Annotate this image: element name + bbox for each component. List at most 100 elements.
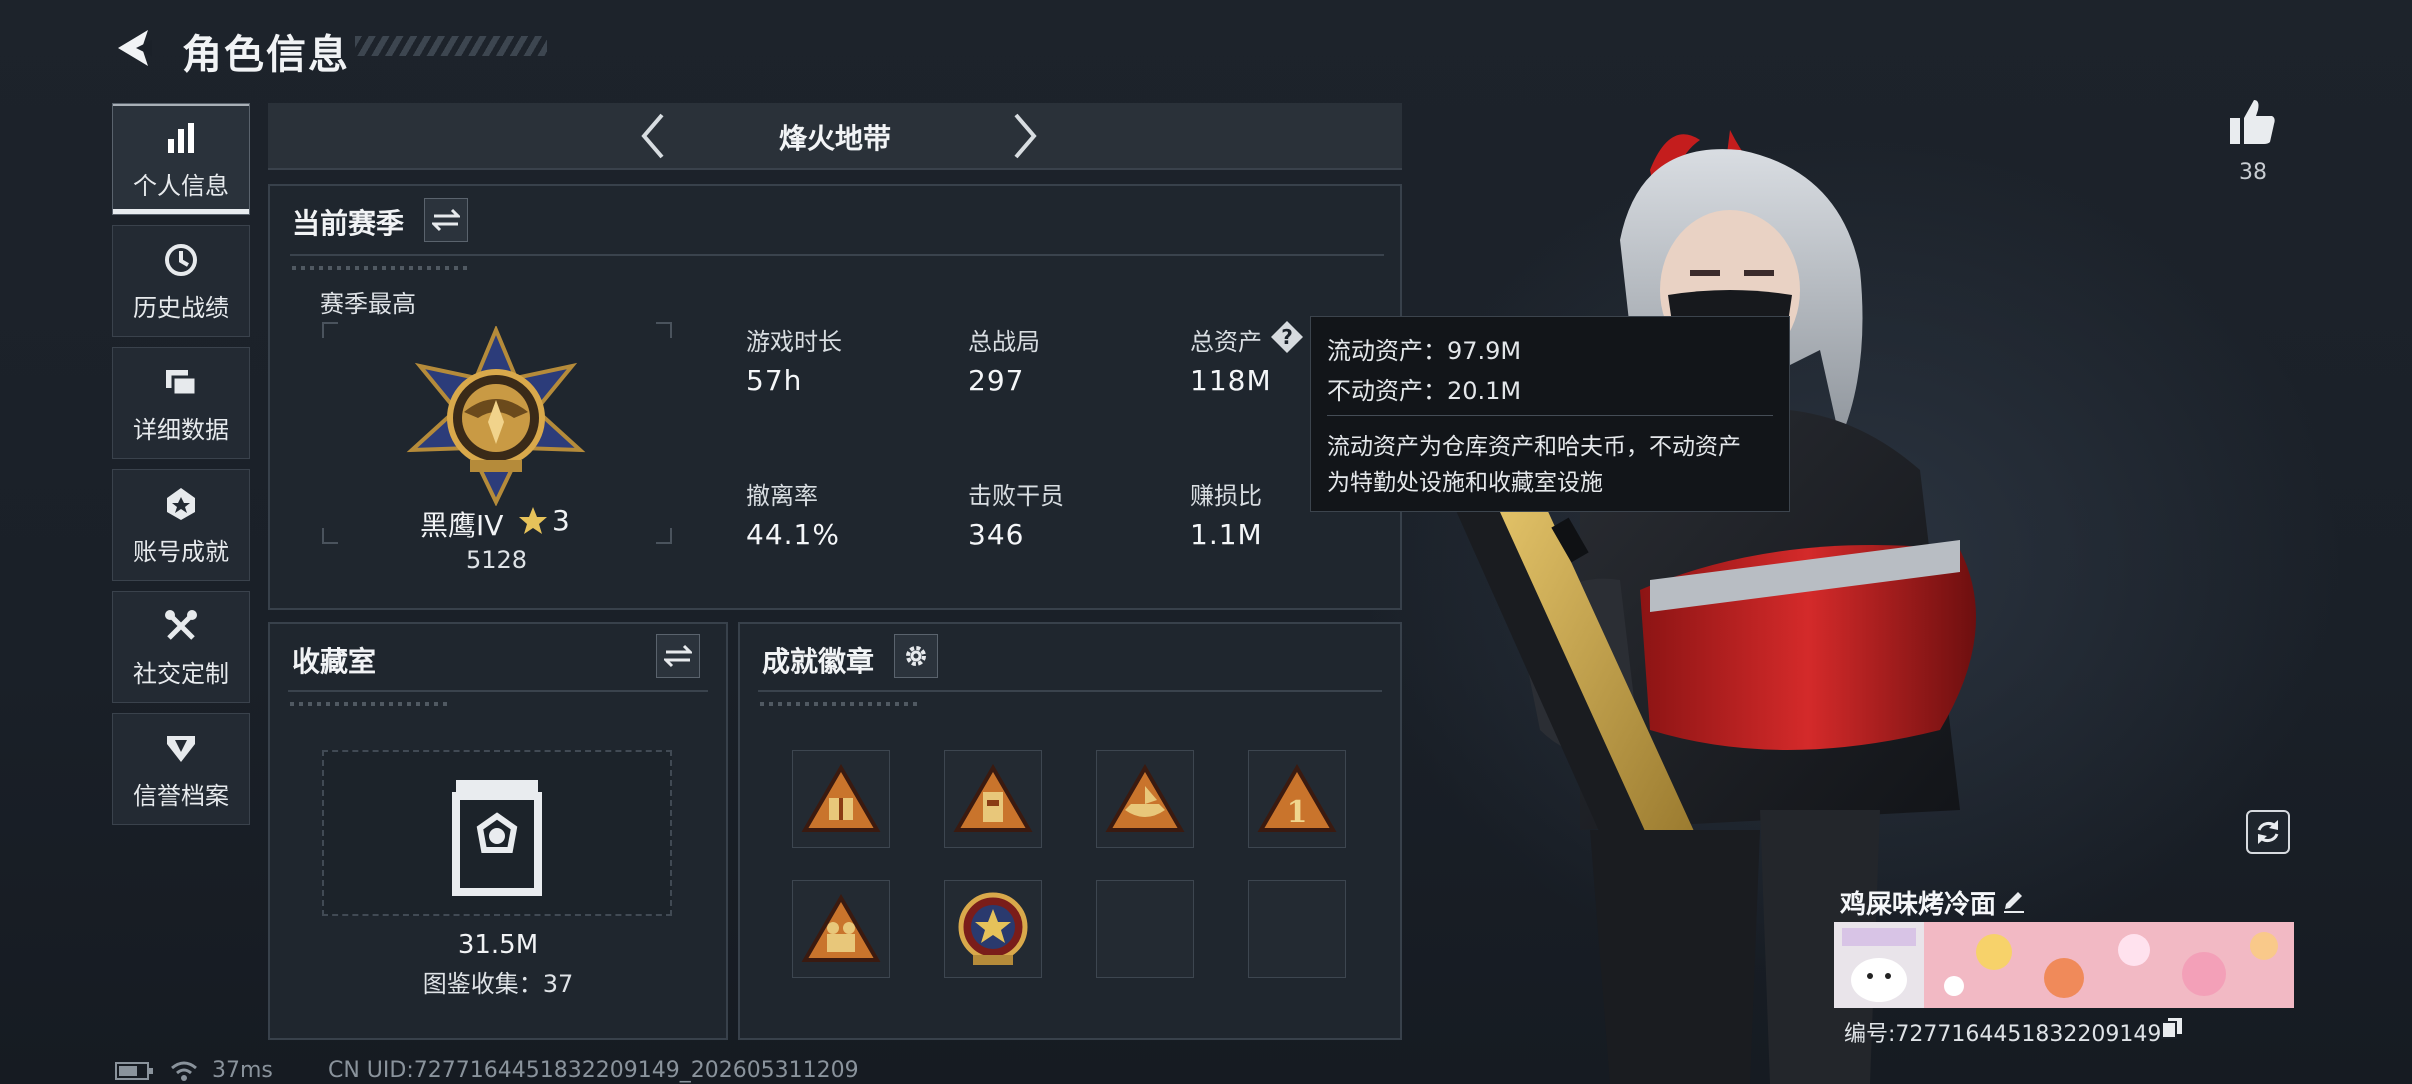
svg-text:?: ? — [1281, 325, 1293, 349]
stat-value-profit-loss: 1.1M — [1190, 518, 1263, 551]
sidebar-item-detailed-data[interactable]: 详细数据 — [112, 347, 250, 459]
uid-text: CN UID:7277164451832209149_202605311209 — [328, 1058, 859, 1083]
sidebar-item-label: 历史战绩 — [133, 293, 229, 322]
tools-icon — [161, 606, 201, 646]
sidebar-item-reputation[interactable]: 信誉档案 — [112, 713, 250, 825]
divider-dots — [292, 266, 472, 270]
gear-icon — [906, 646, 926, 666]
tooltip-divider — [1327, 415, 1773, 416]
back-arrow-icon[interactable] — [112, 26, 156, 70]
number-one-triangle-badge-icon: 1 — [1257, 764, 1337, 832]
help-icon[interactable]: ? — [1270, 320, 1304, 354]
mode-selector: 烽火地带 — [268, 103, 1402, 170]
sidebar-item-label: 个人信息 — [133, 171, 229, 200]
collection-panel-title: 收藏室 — [292, 645, 377, 678]
stat-label-play-time: 游戏时长 — [746, 328, 842, 356]
star-emblem-badge-icon — [958, 892, 1028, 965]
rotate-view-button[interactable] — [2246, 810, 2290, 854]
copy-icon[interactable] — [2160, 1016, 2184, 1040]
bar-chart-icon — [161, 118, 201, 158]
divider-dots — [760, 702, 920, 706]
history-clock-icon — [161, 240, 201, 280]
badge-slot-6[interactable] — [944, 880, 1042, 978]
badge-slot-empty[interactable] — [1096, 880, 1194, 978]
star-icon — [519, 507, 547, 534]
stat-value-operators-defeated: 346 — [968, 518, 1025, 551]
sidebar-item-label: 详细数据 — [133, 415, 229, 444]
battery-icon — [115, 1062, 153, 1080]
divider — [758, 690, 1382, 692]
assets-tooltip: 流动资产：97.9M 不动资产：20.1M 流动资产为仓库资产和哈夫币，不动资产… — [1310, 316, 1790, 512]
chevron-right-icon[interactable] — [1000, 111, 1048, 161]
divider-dots — [290, 702, 450, 706]
divider — [290, 254, 1384, 256]
stat-label-total-assets: 总资产 — [1190, 328, 1262, 356]
ping-text: 37ms — [212, 1058, 273, 1083]
season-best-label: 赛季最高 — [320, 290, 416, 318]
mode-label: 烽火地带 — [778, 122, 891, 155]
stat-label-extraction-rate: 撤离率 — [746, 482, 818, 510]
like-count: 38 — [2239, 160, 2267, 185]
frame-corner — [322, 528, 338, 544]
badge-slot-1[interactable] — [792, 750, 890, 848]
page-title: 角色信息 — [182, 32, 350, 78]
badge-slot-4[interactable]: 1 — [1248, 750, 1346, 848]
divider — [288, 690, 708, 692]
stat-label-total-matches: 总战局 — [968, 328, 1040, 356]
sidebar-item-label: 社交定制 — [133, 659, 229, 688]
thumbs-up-icon[interactable] — [2228, 96, 2278, 148]
edit-pencil-icon[interactable] — [2000, 886, 2028, 914]
player-id: 编号:7277164451832209149 — [1844, 1022, 2162, 1047]
frame-corner — [656, 528, 672, 544]
tooltip-fixed-assets: 不动资产：20.1M — [1327, 377, 1522, 405]
switch-icon — [432, 208, 460, 232]
boat-triangle-badge-icon — [1105, 764, 1185, 832]
tower-triangle-badge-icon — [953, 764, 1033, 832]
collection-value: 31.5M — [457, 930, 539, 960]
collection-switch-button[interactable] — [656, 634, 700, 678]
wifi-icon — [171, 1061, 197, 1081]
stat-value-total-matches: 297 — [968, 364, 1025, 397]
badge-slot-2[interactable] — [944, 750, 1042, 848]
sidebar-item-history[interactable]: 历史战绩 — [112, 225, 250, 337]
rank-stars-count: 3 — [552, 504, 570, 537]
gift-triangle-badge-icon — [801, 764, 881, 832]
tooltip-liquid-assets: 流动资产：97.9M — [1327, 337, 1522, 365]
badge-slot-empty[interactable] — [1248, 880, 1346, 978]
rank-score: 5128 — [466, 546, 528, 574]
frame-corner — [656, 322, 672, 338]
sidebar-item-social-custom[interactable]: 社交定制 — [112, 591, 250, 703]
rank-emblem-icon — [406, 326, 586, 506]
frame-corner — [322, 322, 338, 338]
sidebar-item-label: 信誉档案 — [133, 781, 229, 810]
collection-catalog-count: 图鉴收集：37 — [422, 970, 574, 998]
badges-panel-title: 成就徽章 — [762, 645, 875, 678]
stat-label-operators-defeated: 击败干员 — [968, 482, 1064, 510]
name-card-banner[interactable] — [1834, 922, 2294, 1008]
stat-value-total-assets: 118M — [1190, 364, 1272, 397]
stat-value-play-time: 57h — [746, 364, 803, 397]
collection-room-icon — [452, 780, 542, 896]
rank-name: 黑鹰IV — [420, 509, 504, 542]
title-decoration — [355, 36, 547, 56]
reputation-shield-icon — [161, 728, 201, 768]
stat-value-extraction-rate: 44.1% — [746, 518, 840, 551]
season-switch-button[interactable] — [424, 198, 468, 242]
season-panel-title: 当前赛季 — [292, 207, 405, 240]
sidebar-item-label: 账号成就 — [133, 537, 229, 566]
player-name: 鸡屎味烤冷面 — [1840, 890, 1997, 920]
badge-slot-3[interactable] — [1096, 750, 1194, 848]
tooltip-description-line2: 为特勤处设施和收藏室设施 — [1327, 470, 1603, 496]
achievement-icon — [161, 484, 201, 524]
stat-label-profit-loss: 赚损比 — [1190, 482, 1262, 510]
sidebar-item-achievements[interactable]: 账号成就 — [112, 469, 250, 581]
soldiers-triangle-badge-icon — [801, 894, 881, 962]
svg-text:1: 1 — [1287, 795, 1308, 830]
tooltip-description-line1: 流动资产为仓库资产和哈夫币，不动资产 — [1327, 434, 1741, 460]
folder-icon — [161, 362, 201, 402]
sidebar-item-personal-info[interactable]: 个人信息 — [112, 103, 250, 215]
badges-settings-button[interactable] — [894, 634, 938, 678]
switch-icon — [664, 644, 692, 668]
refresh-icon — [2257, 820, 2279, 844]
badge-slot-5[interactable] — [792, 880, 890, 978]
